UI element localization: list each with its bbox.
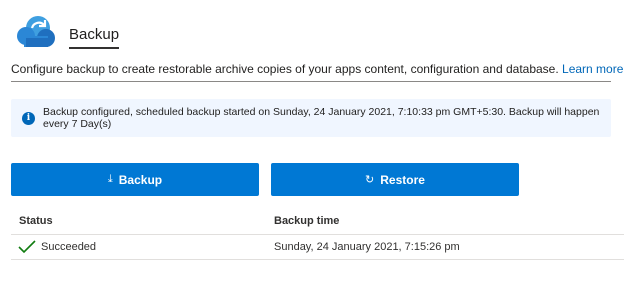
header-divider [11,81,611,82]
description-text: Configure backup to create restorable ar… [11,62,559,76]
page-description: Configure backup to create restorable ar… [11,62,623,76]
restore-button-label: Restore [380,172,425,187]
column-header-backup-time: Backup time [274,215,340,227]
status-cell: Succeeded [41,241,97,253]
restore-icon: ↻ [365,174,375,186]
page-title: Backup [69,26,120,49]
page-header: Backup [14,6,614,52]
info-banner-text: Backup configured, scheduled backup star… [43,106,600,130]
backup-button[interactable]: ⤓ Backup [11,163,259,196]
info-icon: i [22,111,35,125]
info-banner: i Backup configured, scheduled backup st… [11,99,611,137]
table-header-row: Status Backup time [11,209,624,235]
column-header-status: Status [19,215,53,227]
download-icon: ⤓ [107,173,113,185]
backup-time-cell: Sunday, 24 January 2021, 7:15:26 pm [274,241,460,253]
restore-button[interactable]: ↻ Restore [271,163,519,196]
learn-more-link[interactable]: Learn more [562,62,623,76]
table-row[interactable]: Succeeded Sunday, 24 January 2021, 7:15:… [11,235,624,260]
cloud-backup-icon [17,16,55,47]
backup-button-label: Backup [118,172,163,187]
backup-history-table: Status Backup time Succeeded Sunday, 24 … [11,209,624,260]
check-icon [18,240,36,254]
